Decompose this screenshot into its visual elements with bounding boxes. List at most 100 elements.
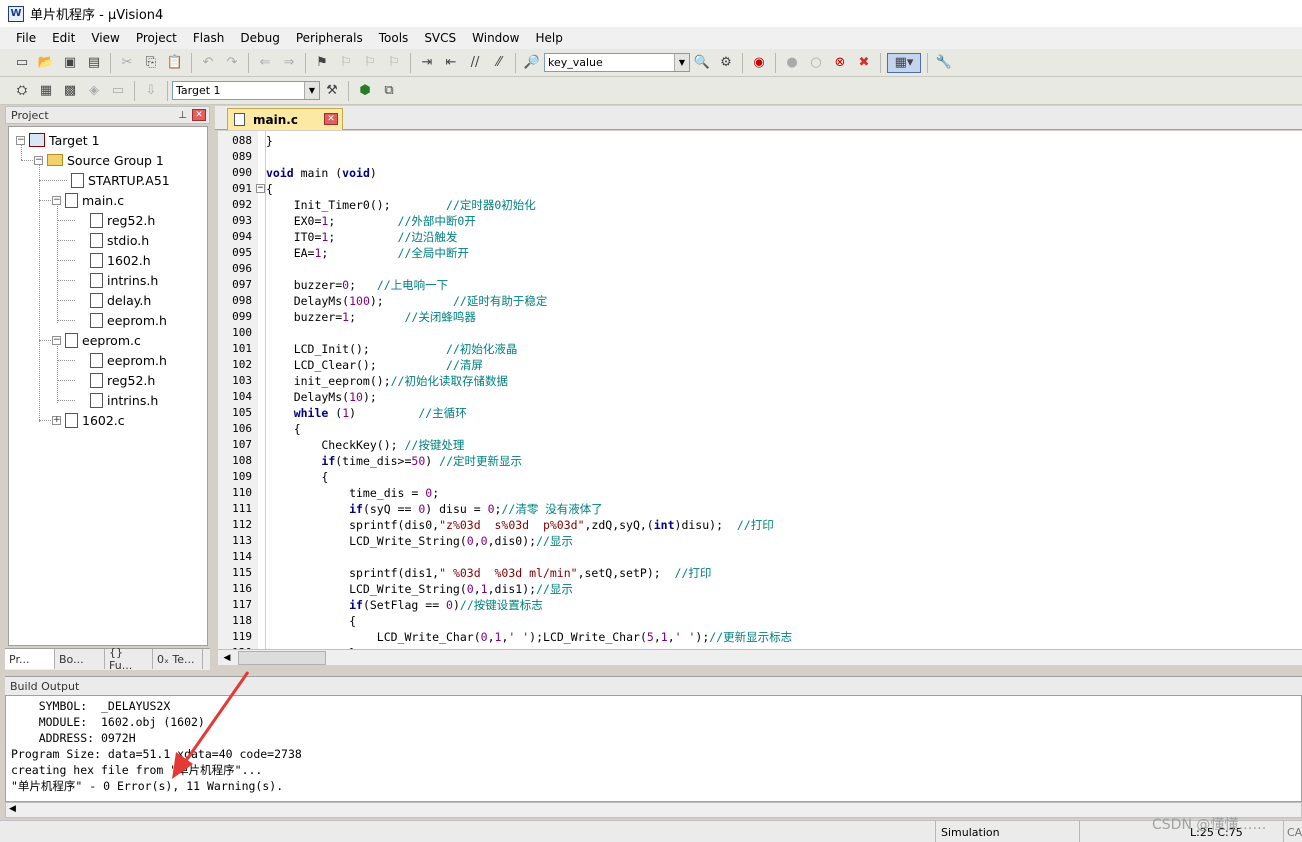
tree-item-header[interactable]: eeprom.h — [90, 311, 167, 329]
code-text: LCD_Write_String(0,1,dis1);//显示 — [266, 582, 573, 596]
tree-item-header[interactable]: 1602.h — [90, 251, 151, 269]
menu-help[interactable]: Help — [527, 31, 570, 45]
collapse-icon[interactable]: − — [52, 335, 61, 345]
download-icon[interactable]: ⇩ — [141, 81, 161, 101]
code-line: 098 DelayMs(100); //延时有助于稳定 — [218, 293, 1302, 309]
menu-view[interactable]: View — [83, 31, 127, 45]
collapse-icon[interactable]: − — [52, 195, 61, 205]
stop-build-icon[interactable]: ▭ — [108, 81, 128, 101]
tab-books[interactable]: Bo... — [55, 649, 105, 669]
find-icon[interactable]: 🔍 — [692, 53, 712, 73]
chevron-down-icon[interactable]: ▼ — [304, 82, 319, 99]
unindent-icon[interactable]: ⇤ — [441, 53, 461, 73]
tree-item-header[interactable]: delay.h — [90, 291, 151, 309]
nav-forward-icon[interactable]: ⇒ — [279, 53, 299, 73]
bookmark-next-icon[interactable]: ⚐ — [360, 53, 380, 73]
build-toolbar: ⛭ ▦ ▩ ◈ ▭ ⇩ Target 1 ▼ ⚒ ⬢ ⧉ — [0, 77, 1302, 105]
undo-icon[interactable]: ↶ — [198, 53, 218, 73]
line-number: 117 — [232, 598, 252, 611]
breakpoint-disable-all-icon[interactable]: ⊗ — [830, 53, 850, 73]
file-icon — [234, 113, 245, 126]
tree-item-header[interactable]: eeprom.h — [90, 351, 167, 369]
collapse-icon[interactable]: − — [16, 135, 25, 145]
copy-icon[interactable]: ⎘ — [141, 53, 161, 73]
code-line: 112 sprintf(dis0,"z%03d s%03d p%03d",zdQ… — [218, 517, 1302, 533]
bookmark-clear-icon[interactable]: ⚐ — [384, 53, 404, 73]
tree-item-file[interactable]: + 1602.c — [52, 411, 125, 429]
build-output-title: Build Output — [10, 679, 80, 693]
find-in-files-icon[interactable]: 🔎 — [522, 53, 542, 73]
paste-icon[interactable]: 📋 — [165, 53, 185, 73]
line-number: 090 — [232, 166, 252, 179]
pin-icon[interactable]: ⊥ — [178, 110, 187, 121]
tree-item-header[interactable]: intrins.h — [90, 271, 158, 289]
tree-item-label: eeprom.h — [107, 352, 167, 368]
incremental-find-icon[interactable]: ⚙ — [716, 53, 736, 73]
close-icon[interactable]: ✕ — [324, 113, 338, 125]
tree-item-target[interactable]: − Target 1 — [16, 131, 100, 149]
tree-item-source-group[interactable]: − Source Group 1 — [34, 151, 164, 169]
nav-back-icon[interactable]: ⇐ — [255, 53, 275, 73]
scroll-left-icon[interactable]: ◀ — [9, 804, 16, 814]
comment-icon[interactable]: // — [465, 53, 485, 73]
uncomment-icon[interactable]: ⁄⁄ — [489, 53, 509, 73]
menu-peripherals[interactable]: Peripherals — [288, 31, 371, 45]
menu-project[interactable]: Project — [128, 31, 185, 45]
new-file-icon[interactable]: ▭ — [12, 53, 32, 73]
save-all-icon[interactable]: ▤ — [84, 53, 104, 73]
tree-item-file[interactable]: − eeprom.c — [52, 331, 141, 349]
editor-horizontal-scrollbar[interactable]: ◀ — [218, 649, 1302, 665]
rebuild-icon[interactable]: ▩ — [60, 81, 80, 101]
breakpoint-disable-icon[interactable]: ○ — [806, 53, 826, 73]
open-file-icon[interactable]: 📂 — [36, 53, 56, 73]
tree-item-file[interactable]: − main.c — [52, 191, 124, 209]
save-icon[interactable]: ▣ — [60, 53, 80, 73]
collapse-icon[interactable]: − — [34, 155, 43, 165]
build-output-pane[interactable]: SYMBOL: _DELAYUS2X MODULE: 1602.obj (160… — [5, 695, 1302, 802]
menu-file[interactable]: File — [8, 31, 44, 45]
cut-icon[interactable]: ✂ — [117, 53, 137, 73]
close-icon[interactable]: ✕ — [192, 109, 206, 121]
find-combo[interactable]: key_value ▼ — [544, 53, 690, 72]
select-packs-icon[interactable]: ⧉ — [379, 81, 399, 101]
tab-main-c[interactable]: main.c ✕ — [227, 108, 343, 130]
target-select[interactable]: Target 1 ▼ — [172, 81, 320, 100]
menu-svcs[interactable]: SVCS — [416, 31, 464, 45]
output-horizontal-scrollbar[interactable]: ◀ — [5, 802, 1302, 818]
configure-icon[interactable]: 🔧 — [934, 53, 954, 73]
breakpoint-icon[interactable]: ● — [782, 53, 802, 73]
tree-item-header[interactable]: intrins.h — [90, 391, 158, 409]
tab-project[interactable]: Pr... — [5, 649, 55, 669]
menu-edit[interactable]: Edit — [44, 31, 83, 45]
tree-item-file[interactable]: STARTUP.A51 — [71, 171, 170, 189]
target-options-icon[interactable]: ⚒ — [322, 81, 342, 101]
menu-tools[interactable]: Tools — [371, 31, 417, 45]
fold-icon[interactable]: − — [256, 184, 265, 193]
tree-item-header[interactable]: reg52.h — [90, 371, 155, 389]
scroll-thumb[interactable] — [238, 651, 326, 665]
window-layout-icon[interactable]: ▦▾ — [887, 52, 921, 73]
debug-session-icon[interactable]: ◉ — [749, 53, 769, 73]
breakpoint-kill-all-icon[interactable]: ✖ — [854, 53, 874, 73]
indent-icon[interactable]: ⇥ — [417, 53, 437, 73]
batch-build-icon[interactable]: ◈ — [84, 81, 104, 101]
scroll-left-icon[interactable]: ◀ — [220, 651, 234, 665]
menu-debug[interactable]: Debug — [232, 31, 287, 45]
line-number: 104 — [232, 390, 252, 403]
expand-icon[interactable]: + — [52, 415, 61, 425]
tab-functions[interactable]: {} Fu... — [105, 646, 153, 672]
tab-templates[interactable]: 0ₓ Te... — [153, 649, 203, 669]
chevron-down-icon[interactable]: ▼ — [674, 54, 689, 71]
bookmark-icon[interactable]: ⚑ — [312, 53, 332, 73]
line-number: 100 — [232, 326, 252, 339]
redo-icon[interactable]: ↷ — [222, 53, 242, 73]
tree-item-header[interactable]: stdio.h — [90, 231, 149, 249]
manage-components-icon[interactable]: ⬢ — [355, 81, 375, 101]
tree-item-header[interactable]: reg52.h — [90, 211, 155, 229]
menu-window[interactable]: Window — [464, 31, 527, 45]
translate-icon[interactable]: ⛭ — [12, 81, 32, 101]
bookmark-prev-icon[interactable]: ⚐ — [336, 53, 356, 73]
build-icon[interactable]: ▦ — [36, 81, 56, 101]
menu-flash[interactable]: Flash — [185, 31, 232, 45]
code-editor[interactable]: 088} 089 090 void main (void) 091{−092 Init_… — [218, 131, 1302, 649]
